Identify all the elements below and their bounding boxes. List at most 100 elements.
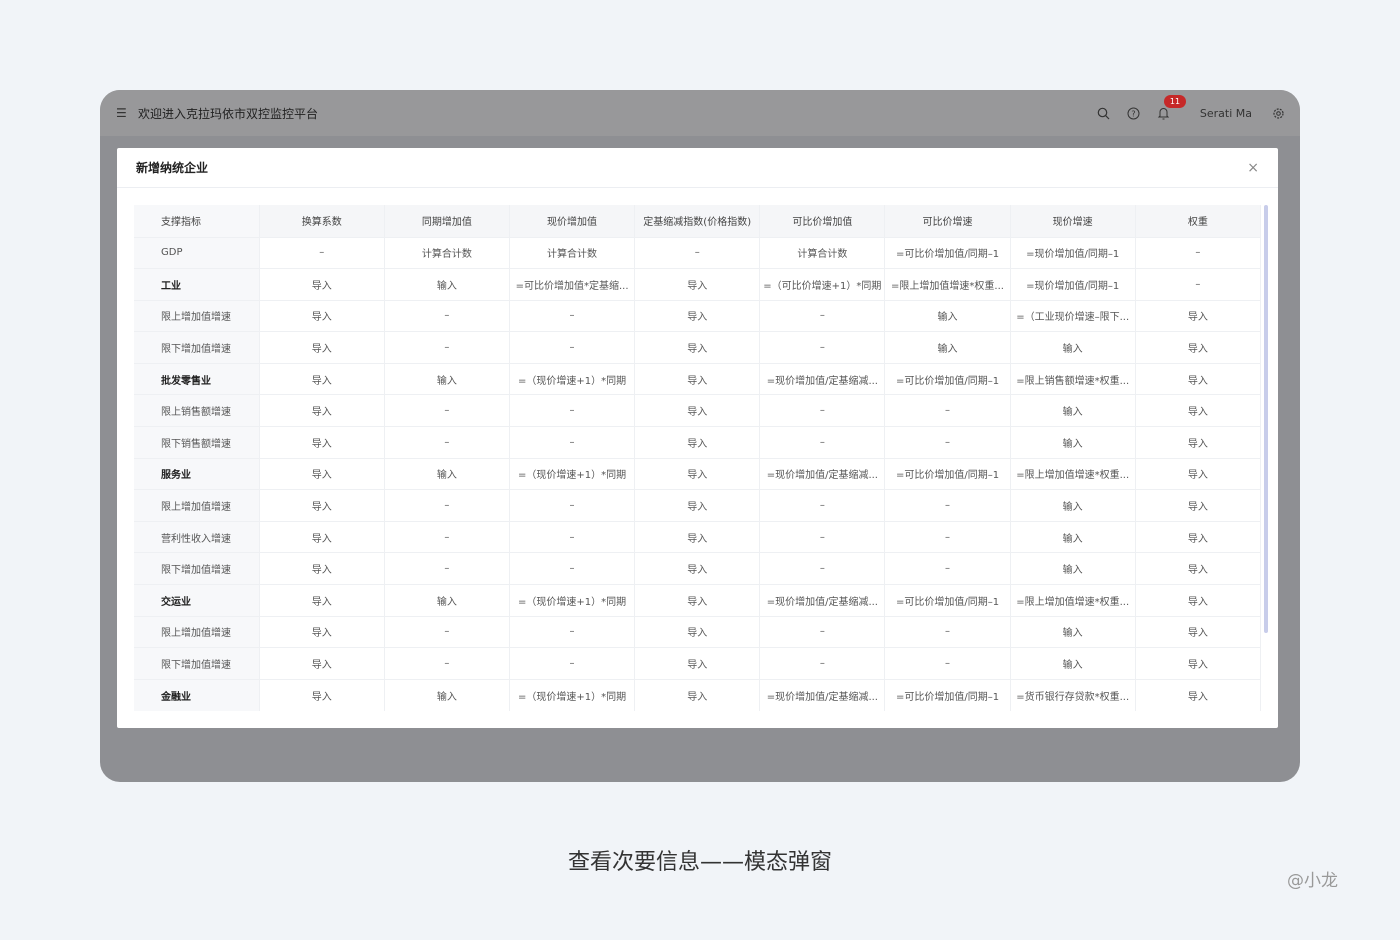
table-cell: 导入 [259, 394, 385, 427]
table-cell: 输入 [1010, 647, 1136, 680]
table-cell: =可比价增加值/同期–1 [884, 678, 1011, 711]
table-cell: 导入 [259, 552, 385, 585]
table-cell: – [759, 331, 886, 364]
table-row: 批发零售业 导入 输入 =（现价增速+1）*同期 导入 =现价增加值/定基缩减... =可比… [134, 362, 1261, 395]
modal-header: 新增纳统企业 × [117, 148, 1278, 188]
table-cell: 导入 [634, 394, 761, 427]
table-cell: – [884, 394, 1011, 427]
table-cell: 计算合计数 [509, 236, 636, 269]
table-cell: 输入 [384, 584, 510, 617]
column-header: 换算系数 [259, 205, 385, 237]
table-cell: 输入 [384, 678, 510, 711]
table-cell: =现价增加值/定基缩减... [759, 678, 886, 711]
indicator-name-cell: 限上增加值增速 [134, 615, 260, 648]
table-cell: 导入 [1135, 457, 1261, 490]
table-cell: 输入 [384, 457, 510, 490]
table-cell: – [884, 489, 1011, 522]
table-cell: 导入 [259, 268, 385, 301]
table-cell: 导入 [1135, 299, 1261, 332]
indicator-name-cell: 限上销售额增速 [134, 394, 260, 427]
table-cell: 计算合计数 [759, 236, 886, 269]
table-cell: – [384, 394, 510, 427]
table-cell: – [759, 552, 886, 585]
table-cell: 导入 [634, 362, 761, 395]
indicator-name-cell: 交运业 [134, 584, 260, 617]
table-cell: 输入 [1010, 426, 1136, 459]
table-cell: 导入 [1135, 331, 1261, 364]
table-cell: – [509, 394, 636, 427]
indicator-name-cell: 限上增加值增速 [134, 299, 260, 332]
table-cell: – [384, 426, 510, 459]
table-cell: =货币银行存贷款*权重... [1010, 678, 1136, 711]
table-cell: =限上增加值增速*权重... [1010, 584, 1136, 617]
table-cell: – [1135, 236, 1261, 269]
gear-icon[interactable] [1270, 105, 1286, 121]
table-cell: – [509, 489, 636, 522]
table-cell: 导入 [259, 331, 385, 364]
table-cell: 导入 [259, 362, 385, 395]
table-cell: 输入 [1010, 552, 1136, 585]
table-cell: – [1135, 268, 1261, 301]
table-cell: =可比价增加值/同期–1 [884, 362, 1011, 395]
vertical-scrollbar[interactable] [1264, 205, 1268, 633]
user-name[interactable]: Serati Ma [1200, 107, 1252, 120]
indicator-name-cell: 批发零售业 [134, 362, 260, 395]
table-cell: =现价增加值/定基缩减... [759, 457, 886, 490]
table-cell: – [884, 615, 1011, 648]
column-header: 现价增加值 [509, 205, 636, 237]
table-cell: 导入 [259, 457, 385, 490]
table-cell: 导入 [259, 584, 385, 617]
table-cell: =现价增加值/同期–1 [1010, 268, 1136, 301]
menu-fold-icon[interactable]: ☰ [116, 107, 130, 119]
table-cell: =（现价增速+1）*同期 [509, 678, 636, 711]
table-row: 金融业 导入 输入 =（现价增速+1）*同期 导入 =现价增加值/定基缩减... =可比价增… [134, 678, 1261, 711]
table-cell: 导入 [259, 489, 385, 522]
table-cell: =限上销售额增速*权重... [1010, 362, 1136, 395]
table-cell: 导入 [1135, 647, 1261, 680]
svg-text:?: ? [1132, 109, 1136, 118]
table-cell: =（现价增速+1）*同期 [509, 457, 636, 490]
table-cell: =现价增加值/定基缩减... [759, 362, 886, 395]
table-row: 服务业 导入 输入 =（现价增速+1）*同期 导入 =现价增加值/定基缩减... =可比价增… [134, 457, 1261, 490]
indicator-name-cell: 金融业 [134, 678, 260, 711]
search-icon[interactable] [1096, 105, 1112, 121]
table-cell: =（可比价增速+1）*同期 [759, 268, 886, 301]
indicator-name-cell: 限下销售额增速 [134, 426, 260, 459]
column-header: 同期增加值 [384, 205, 510, 237]
top-bar: ☰ 欢迎进入克拉玛依市双控监控平台 ? 11 Serati Ma [100, 90, 1300, 136]
table-cell: 导入 [259, 678, 385, 711]
indicator-name-cell: 限上增加值增速 [134, 489, 260, 522]
indicator-name-cell: 营利性收入增速 [134, 520, 260, 553]
column-header: 可比价增加值 [759, 205, 886, 237]
indicator-name-cell: 工业 [134, 268, 260, 301]
column-header: 定基缩减指数(价格指数) [634, 205, 761, 237]
table-cell: 导入 [634, 647, 761, 680]
table-row: 限下销售额增速 导入 – – 导入 – – 输入 导入 [134, 426, 1261, 459]
help-icon[interactable]: ? [1126, 105, 1142, 121]
table-cell: – [259, 236, 385, 269]
table-cell: 导入 [1135, 362, 1261, 395]
table-row: 限下增加值增速 导入 – – 导入 – 输入 输入 导入 [134, 331, 1261, 364]
table-row: 限上增加值增速 导入 – – 导入 – – 输入 导入 [134, 489, 1261, 522]
table-row: 交运业 导入 输入 =（现价增速+1）*同期 导入 =现价增加值/定基缩减... =可比价增… [134, 584, 1261, 617]
table-cell: 输入 [384, 362, 510, 395]
close-icon[interactable]: × [1247, 160, 1259, 176]
table-cell: – [759, 647, 886, 680]
table-cell: =可比价增加值*定基缩... [509, 268, 636, 301]
table-cell: =现价增加值/定基缩减... [759, 584, 886, 617]
table-cell: =限上增加值增速*权重... [884, 268, 1011, 301]
table-cell: 导入 [634, 268, 761, 301]
table-cell: 导入 [1135, 615, 1261, 648]
table-cell: =可比价增加值/同期–1 [884, 457, 1011, 490]
modal-title: 新增纳统企业 [136, 161, 209, 175]
table-cell: 导入 [1135, 489, 1261, 522]
table-cell: – [509, 647, 636, 680]
table-cell: =（工业现价增速–限下... [1010, 299, 1136, 332]
bell-icon[interactable]: 11 [1156, 95, 1187, 121]
indicator-name-cell: 限下增加值增速 [134, 647, 260, 680]
table-cell: – [384, 552, 510, 585]
table-cell: – [509, 615, 636, 648]
indicator-table-container: 支撑指标 换算系数 同期增加值 现价增加值 定基缩减指数(价格指数) 可比价增加值 可比价增… [134, 205, 1261, 711]
table-cell: =限上增加值增速*权重... [1010, 457, 1136, 490]
indicator-name-cell: 限下增加值增速 [134, 552, 260, 585]
